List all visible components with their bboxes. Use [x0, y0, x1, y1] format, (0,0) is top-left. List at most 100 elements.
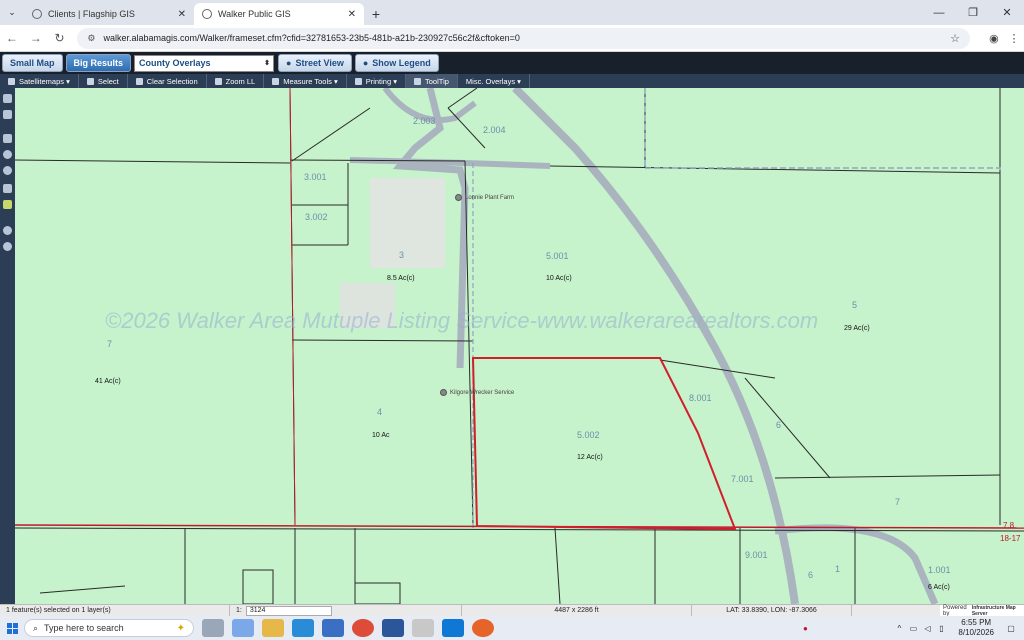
selected-parcel-outline — [471, 357, 737, 531]
parcel-label: 9.001 — [745, 550, 768, 560]
hand-icon[interactable] — [3, 110, 12, 119]
close-icon[interactable]: ✕ — [348, 9, 356, 20]
chevron-up-icon[interactable]: ^ — [892, 624, 906, 633]
sparkle-icon: ✦ — [176, 622, 185, 634]
small-map-button[interactable]: Small Map — [2, 54, 63, 72]
clock-time: 6:55 PM — [961, 618, 992, 627]
forward-arrow-icon[interactable]: → — [24, 31, 48, 45]
parcel-label: 3.001 — [304, 172, 327, 182]
profile-icon[interactable]: ◉ — [984, 32, 1004, 45]
poi-marker[interactable]: Lonnie Plant Farm — [455, 194, 514, 201]
network-icon[interactable]: ▭ — [906, 624, 920, 633]
show-legend-button[interactable]: ● Show Legend — [354, 54, 439, 72]
search-placeholder: Type here to search — [44, 623, 124, 633]
zoom-box-icon[interactable] — [3, 134, 12, 143]
edge-icon[interactable] — [292, 619, 314, 637]
search-icon: ⌕ — [33, 622, 39, 633]
app-toolbar: Small Map Big Results County Overlays ⬍ … — [0, 52, 1024, 74]
restore-icon[interactable]: ❐ — [956, 0, 990, 25]
updown-caret-icon: ⬍ — [264, 60, 271, 67]
notifications-icon[interactable]: ▢ — [1004, 624, 1018, 633]
windows-start-icon[interactable] — [0, 616, 24, 640]
clear-selection-tool[interactable]: Clear Selection — [128, 74, 207, 88]
acreage-label: 29 Ac(c) — [844, 325, 870, 332]
word-icon[interactable] — [382, 619, 404, 637]
scale-input[interactable]: 3124 — [245, 605, 332, 616]
tooltip-toggle[interactable]: ToolTip — [406, 74, 458, 88]
taskbar-search-input[interactable]: ⌕ Type here to search ✦ — [24, 619, 194, 637]
battery-icon[interactable]: ▯ — [934, 624, 948, 633]
zoom-ll-tool[interactable]: Zoom LL — [207, 74, 265, 88]
store-icon[interactable] — [322, 619, 344, 637]
minimize-icon[interactable]: — — [922, 0, 956, 25]
site-settings-icon[interactable]: ⚙ — [87, 33, 95, 44]
big-results-button[interactable]: Big Results — [65, 54, 132, 72]
section-corner-label: 18-17 — [1000, 534, 1021, 543]
street-view-button[interactable]: ● Street View — [278, 54, 352, 72]
acreage-label: 10 Ac(c) — [546, 275, 572, 282]
printing-menu[interactable]: Printing ▾ — [347, 74, 407, 88]
browser-tab-strip: ⌄ Clients | Flagship GIS ✕ Walker Public… — [0, 0, 1024, 25]
more-menu-icon[interactable]: ⋮ — [1004, 32, 1024, 45]
refresh-icon[interactable] — [3, 242, 12, 251]
globe-icon — [202, 9, 212, 19]
parcel-label: 3.002 — [305, 212, 328, 222]
show-legend-label: Show Legend — [372, 58, 431, 68]
notification-badge-icon[interactable]: ● — [798, 624, 812, 633]
measure-tools-label: Measure Tools — [283, 76, 332, 86]
map-status-bar: 1 feature(s) selected on 1 layer(s) 1: 3… — [0, 604, 1024, 617]
location-pin-icon — [440, 389, 447, 396]
satellite-icon — [8, 77, 15, 85]
zoom-ll-label: Zoom LL — [225, 76, 256, 86]
ruler-icon — [272, 77, 280, 85]
tooltip-icon — [414, 77, 422, 85]
zoom-out-icon[interactable] — [3, 166, 12, 175]
parcel-map[interactable]: ©2026 Walker Area Mutuple Listing Servic… — [15, 88, 1024, 604]
acreage-label: 10 Ac — [372, 432, 390, 439]
tab-clients[interactable]: Clients | Flagship GIS ✕ — [24, 3, 194, 25]
layers-icon[interactable] — [3, 200, 12, 209]
system-tray: ● ^ ▭ ◁ ▯ 6:55 PM 8/10/2026 ▢ — [798, 616, 1024, 640]
file-explorer-icon[interactable] — [262, 619, 284, 637]
pan-arrow-icon[interactable] — [3, 94, 12, 103]
select-tool[interactable]: Select — [79, 74, 128, 88]
close-window-icon[interactable]: ✕ — [990, 0, 1024, 25]
reload-icon[interactable]: ↻ — [48, 31, 72, 45]
zoom-in-icon[interactable] — [3, 150, 12, 159]
street-view-icon: ● — [286, 58, 292, 68]
poi-label: Kilgore Wrecker Service — [450, 389, 515, 396]
url-input[interactable]: ⚙ walker.alabamagis.com/Walker/frameset.… — [77, 27, 970, 49]
misc-overlays-menu[interactable]: Misc. Overlays ▾ — [458, 74, 530, 88]
volume-icon[interactable]: ◁ — [920, 624, 934, 633]
clock[interactable]: 6:55 PM 8/10/2026 — [958, 618, 994, 638]
selection-status: 1 feature(s) selected on 1 layer(s) — [0, 604, 230, 617]
basemap-menu[interactable]: Satellitemaps ▾ — [0, 74, 79, 88]
legend-icon: ● — [362, 58, 369, 68]
firefox-icon[interactable] — [472, 619, 494, 637]
app-icon[interactable] — [412, 619, 434, 637]
parcel-label: 5.001 — [546, 251, 569, 261]
copilot-icon[interactable] — [232, 619, 254, 637]
map-toolbar: Satellitemaps ▾ Select Clear Selection Z… — [0, 74, 1024, 88]
measure-tools-menu[interactable]: Measure Tools ▾ — [264, 74, 347, 88]
clearing — [370, 178, 445, 268]
poi-label: Lonnie Plant Farm — [465, 194, 515, 201]
identify-icon[interactable] — [3, 226, 12, 235]
task-view-icon[interactable] — [202, 619, 224, 637]
tab-search-chevron-icon[interactable]: ⌄ — [0, 0, 24, 25]
globe-icon — [32, 9, 42, 19]
parcel-label: 1 — [835, 564, 841, 574]
new-tab-plus-icon[interactable]: + — [364, 3, 388, 25]
close-icon[interactable]: ✕ — [178, 9, 186, 20]
chrome-icon[interactable] — [352, 619, 374, 637]
parcel-label: 2.003 — [413, 116, 436, 126]
parcel-label: 5.002 — [577, 430, 600, 440]
back-arrow-icon[interactable]: ← — [0, 31, 24, 45]
outlook-icon[interactable] — [442, 619, 464, 637]
clear-selection-label: Clear Selection — [146, 76, 198, 86]
bookmark-star-icon[interactable]: ☆ — [950, 32, 960, 45]
full-extent-icon[interactable] — [3, 184, 12, 193]
tab-walker[interactable]: Walker Public GIS ✕ — [194, 3, 364, 25]
overlay-select[interactable]: County Overlays ⬍ — [134, 54, 275, 72]
poi-marker[interactable]: Kilgore Wrecker Service — [440, 389, 514, 396]
